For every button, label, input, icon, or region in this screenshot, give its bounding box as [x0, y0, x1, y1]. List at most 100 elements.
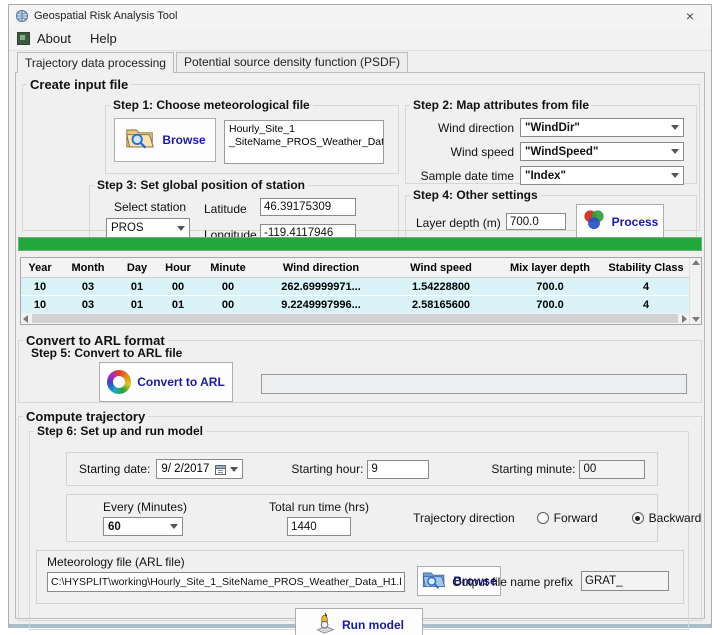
- every-minutes-select[interactable]: 60: [103, 517, 183, 536]
- every-minutes-value: 60: [108, 521, 166, 533]
- menu-about[interactable]: About: [35, 29, 80, 48]
- table-row[interactable]: 10 03 01 01 00 9.2249997996... 2.5816560…: [21, 296, 689, 314]
- col-stability-class[interactable]: Stability Class: [603, 262, 689, 274]
- step2-title: Step 2: Map attributes from file: [410, 98, 592, 112]
- chevron-down-icon: [671, 149, 679, 154]
- chevron-down-icon: [177, 226, 185, 231]
- radio-forward-label: Forward: [554, 511, 598, 525]
- col-wind-direction[interactable]: Wind direction: [257, 262, 385, 274]
- horizontal-scroll-thumb[interactable]: [32, 314, 678, 323]
- chevron-down-icon: [671, 173, 679, 178]
- col-day[interactable]: Day: [117, 262, 157, 274]
- cell-minute: 00: [199, 299, 257, 311]
- menu-help[interactable]: Help: [80, 29, 126, 48]
- step2-group: Step 2: Map attributes from file Wind di…: [405, 98, 697, 184]
- trajectory-direction-label: Trajectory direction: [413, 511, 515, 525]
- station-select[interactable]: PROS: [106, 218, 190, 238]
- cell-year: 10: [21, 281, 59, 293]
- app-icon: [15, 9, 29, 23]
- scroll-left-icon[interactable]: [23, 315, 28, 323]
- convert-to-arl-group: Convert to ARL format Step 5: Convert to…: [18, 333, 702, 403]
- col-month[interactable]: Month: [59, 262, 117, 274]
- close-button[interactable]: ×: [675, 8, 705, 24]
- wind-direction-label: Wind direction: [406, 121, 514, 135]
- starting-date-picker[interactable]: 9/ 2/2017: [156, 459, 243, 479]
- cell-year: 10: [21, 299, 59, 311]
- met-file-input[interactable]: [47, 572, 405, 592]
- scroll-down-icon[interactable]: [692, 317, 700, 322]
- cell-month: 03: [59, 281, 117, 293]
- col-mix-layer-depth[interactable]: Mix layer depth: [497, 262, 603, 274]
- cell-minute: 00: [199, 281, 257, 293]
- screen: Geospatial Risk Analysis Tool × About He…: [0, 0, 720, 635]
- radio-backward-circle: [632, 512, 644, 524]
- compute-trajectory-group: Compute trajectory Step 6: Set up and ru…: [18, 409, 702, 621]
- tab-psdf[interactable]: Potential source density function (PSDF): [176, 52, 408, 72]
- latitude-input[interactable]: [260, 198, 356, 216]
- run-model-label: Run model: [342, 618, 404, 632]
- cell-hour: 01: [157, 299, 199, 311]
- cell-month: 03: [59, 299, 117, 311]
- calendar-icon: [215, 464, 226, 475]
- scroll-right-icon[interactable]: [682, 315, 687, 323]
- chevron-down-icon: [230, 467, 238, 472]
- radio-forward[interactable]: Forward: [537, 511, 598, 525]
- rgb-circles-icon: [582, 209, 606, 236]
- step6-title: Step 6: Set up and run model: [34, 424, 206, 438]
- run-settings-panel: Every (Minutes) 60 Total run time (hrs) …: [66, 494, 658, 542]
- process-button[interactable]: Process: [576, 204, 664, 240]
- selected-file-line2: _SiteName_PROS_Weather_Data.csv: [229, 136, 379, 149]
- chevron-down-icon: [170, 524, 178, 529]
- step3-group: Step 3: Set global position of station S…: [89, 178, 399, 240]
- wind-direction-select[interactable]: "WindDir": [520, 118, 684, 137]
- horizontal-scrollbar[interactable]: [21, 313, 689, 324]
- col-minute[interactable]: Minute: [199, 262, 257, 274]
- layer-depth-label: Layer depth (m): [416, 216, 501, 230]
- step1-group: Step 1: Choose meteorological file Brows…: [105, 98, 399, 174]
- every-minutes-label: Every (Minutes): [103, 500, 187, 514]
- process-label: Process: [612, 215, 659, 229]
- cell-hour: 00: [157, 281, 199, 293]
- title-bar: Geospatial Risk Analysis Tool ×: [9, 5, 711, 27]
- starting-minute-input[interactable]: [579, 460, 645, 479]
- wind-speed-select[interactable]: "WindSpeed": [520, 142, 684, 161]
- total-run-time-label: Total run time (hrs): [269, 500, 369, 514]
- run-model-icon: [314, 612, 336, 635]
- cell-mix-layer-depth: 700.0: [497, 299, 603, 311]
- wind-speed-value: "WindSpeed": [525, 146, 667, 158]
- cell-day: 01: [117, 281, 157, 293]
- layer-depth-input[interactable]: [506, 213, 566, 230]
- window-title: Geospatial Risk Analysis Tool: [34, 10, 177, 22]
- step1-browse-button[interactable]: Browse: [114, 118, 216, 162]
- table-header-row: Year Month Day Hour Minute Wind directio…: [21, 258, 689, 278]
- radio-backward[interactable]: Backward: [632, 511, 702, 525]
- cell-wind-speed: 1.54228800: [385, 281, 497, 293]
- wind-speed-label: Wind speed: [406, 145, 514, 159]
- starting-hour-input[interactable]: [367, 460, 429, 479]
- convert-to-arl-button[interactable]: Convert to ARL: [99, 362, 233, 402]
- blue-folder-search-icon: [421, 569, 447, 594]
- col-wind-speed[interactable]: Wind speed: [385, 262, 497, 274]
- total-run-time-field: Total run time (hrs): [269, 500, 369, 536]
- sample-date-time-select[interactable]: "Index": [520, 166, 684, 185]
- table-row[interactable]: 10 03 01 00 00 262.69999971... 1.5422880…: [21, 278, 689, 296]
- vertical-scrollbar[interactable]: [689, 258, 701, 324]
- output-prefix-input[interactable]: [581, 571, 669, 591]
- run-model-button[interactable]: Run model: [295, 608, 423, 635]
- scroll-up-icon[interactable]: [692, 260, 700, 265]
- sample-date-time-value: "Index": [525, 170, 667, 182]
- tab-strip: Trajectory data processing Potential sou…: [9, 51, 711, 72]
- step5-title: Step 5: Convert to ARL file: [31, 346, 182, 360]
- tab-trajectory-data-processing[interactable]: Trajectory data processing: [17, 52, 174, 73]
- step1-title: Step 1: Choose meteorological file: [110, 98, 313, 112]
- chevron-down-icon: [671, 125, 679, 130]
- met-file-panel: Meteorology file (ARL file): [36, 550, 684, 604]
- menu-bar: About Help: [9, 27, 711, 51]
- starting-date-label: Starting date:: [79, 462, 150, 476]
- col-year[interactable]: Year: [21, 262, 59, 274]
- col-hour[interactable]: Hour: [157, 262, 199, 274]
- total-run-time-input[interactable]: [287, 517, 351, 536]
- convert-progress-bar: [261, 374, 687, 394]
- cell-wind-speed: 2.58165600: [385, 299, 497, 311]
- compute-trajectory-legend: Compute trajectory: [23, 409, 148, 424]
